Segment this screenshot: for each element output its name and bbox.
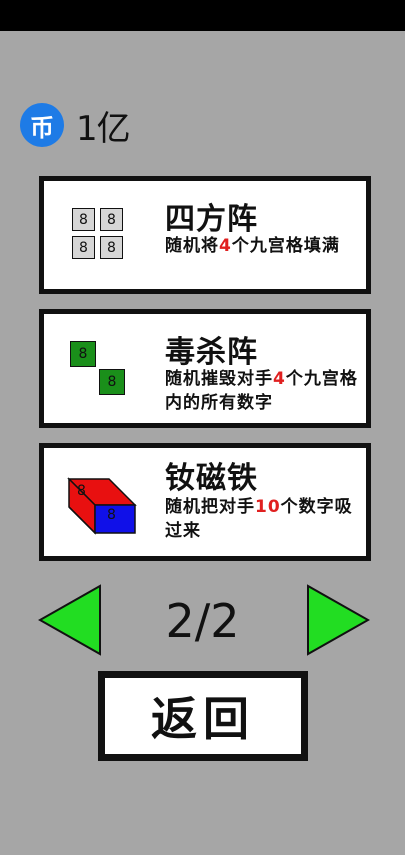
item-title: 四方阵	[165, 202, 258, 237]
magnet-digit: 8	[77, 483, 86, 499]
item-description: 随机摧毁对手4个九宫格内的所有数字	[165, 369, 358, 413]
item-description: 随机把对手10个数字吸过来	[165, 497, 353, 541]
coin-icon: 币	[20, 103, 64, 147]
grid-cell: 8	[100, 208, 123, 231]
magnet-digit: 8	[107, 507, 116, 523]
item-card-four-grid[interactable]: 8 8 8 8 四方阵 随机将4个九宫格填满	[39, 176, 371, 294]
grid-cell: 8	[72, 236, 95, 259]
back-button[interactable]: 返回	[98, 671, 308, 761]
coin-amount: 1亿	[76, 108, 131, 149]
item-card-poison[interactable]: 8 8 毒杀阵 随机摧毁对手4个九宫格内的所有数字	[39, 309, 371, 428]
grid-cell: 8	[100, 236, 123, 259]
item-description: 随机将4个九宫格填满	[165, 236, 340, 256]
page-indicator: 2/2	[165, 594, 240, 648]
poison-cell: 8	[70, 341, 96, 367]
item-title: 毒杀阵	[165, 335, 258, 370]
status-bar	[0, 0, 405, 31]
item-card-magnet[interactable]: 8 8 钕磁铁 随机把对手10个数字吸过来	[39, 443, 371, 561]
item-title: 钕磁铁	[165, 461, 258, 496]
right-arrow-icon[interactable]	[306, 584, 371, 660]
currency-display: 币 1亿	[20, 103, 131, 149]
grid-cell: 8	[72, 208, 95, 231]
left-arrow-icon[interactable]	[37, 584, 102, 660]
poison-cell: 8	[99, 369, 125, 395]
